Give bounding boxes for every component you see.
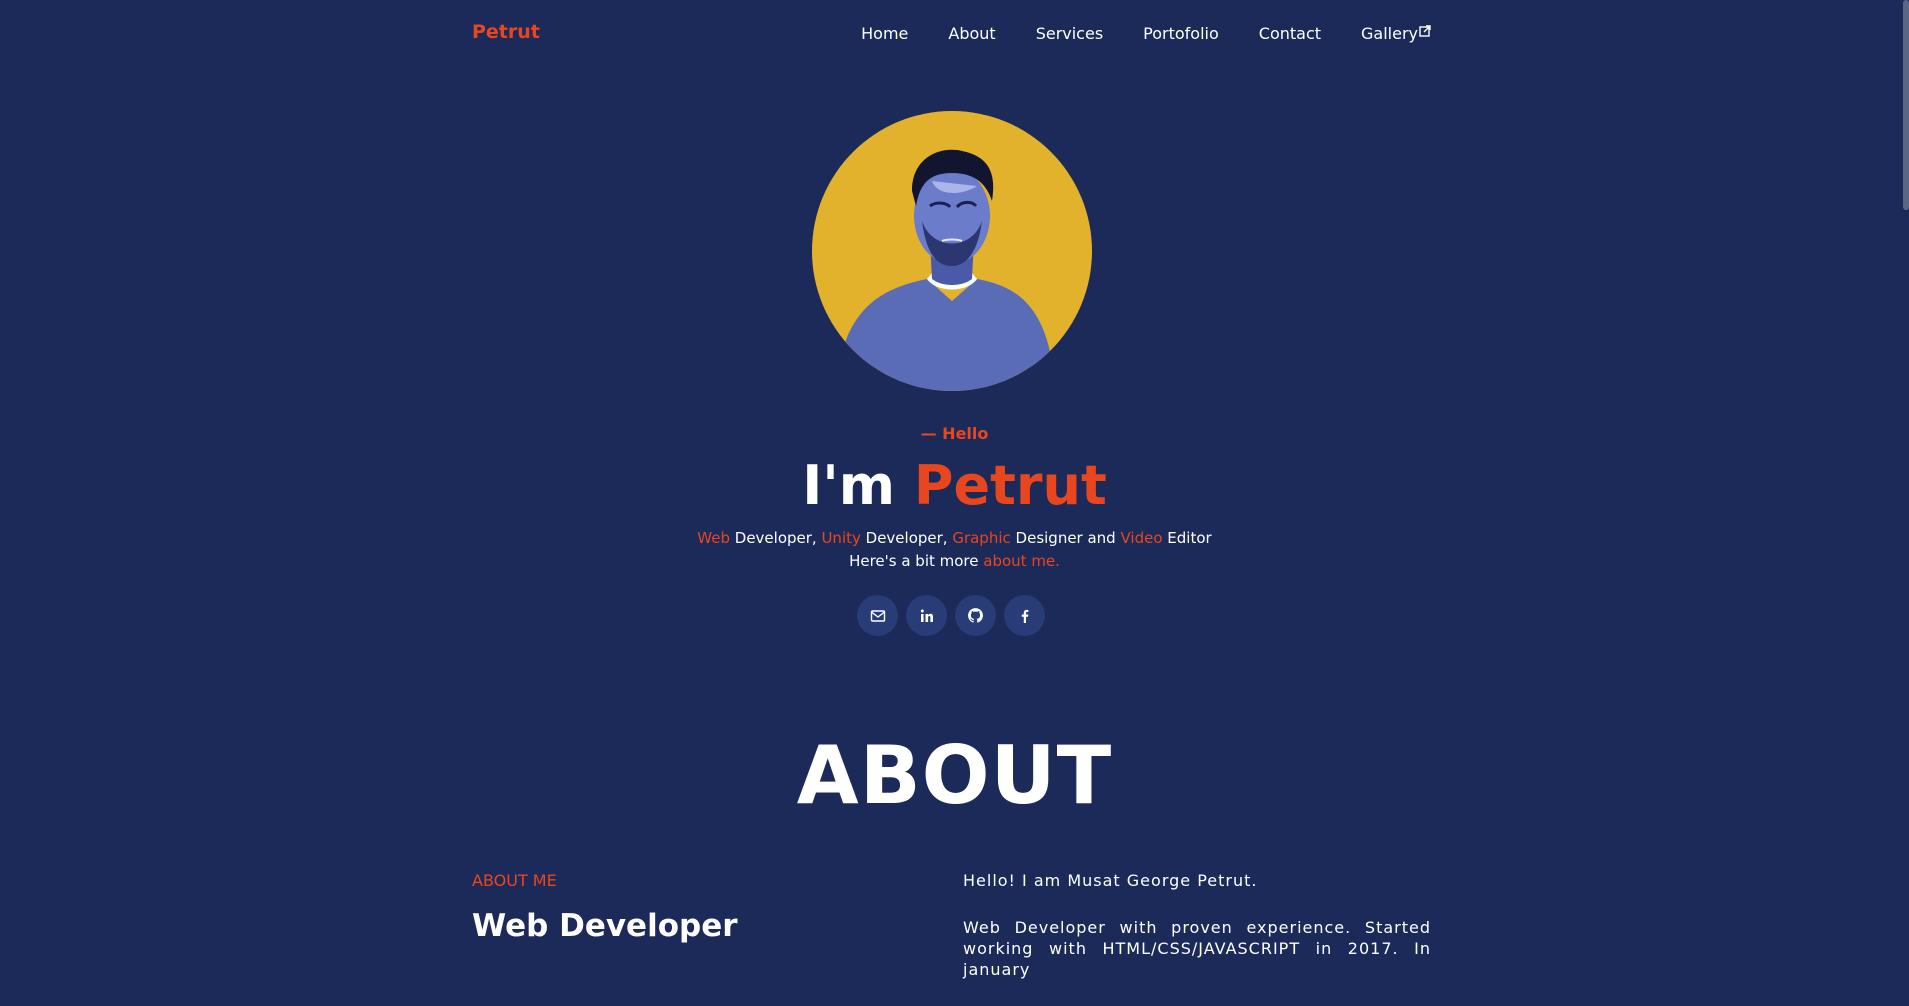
- mail-button[interactable]: [857, 595, 898, 636]
- about-section-heading: ABOUT: [796, 729, 1113, 822]
- role-text-1: Developer,: [730, 529, 822, 547]
- social-links: [857, 595, 1045, 636]
- nav-gallery-label: Gallery: [1361, 24, 1418, 43]
- about-paragraph-1: Hello! I am Musat George Petrut.: [963, 871, 1258, 890]
- nav-contact[interactable]: Contact: [1259, 24, 1321, 43]
- role-unity: Unity: [821, 529, 861, 547]
- nav-portofolio[interactable]: Portofolio: [1143, 24, 1219, 43]
- portrait-illustration: [840, 149, 1052, 391]
- hero-hello: — Hello: [920, 424, 989, 443]
- profile-avatar: [812, 111, 1092, 391]
- github-button[interactable]: [955, 595, 996, 636]
- role-text-3: Designer and: [1010, 529, 1121, 547]
- top-navbar: Petrut Home About Services Portofolio Co…: [472, 18, 1431, 48]
- hero-more: Here's a bit more about me.: [0, 551, 1909, 571]
- hero-title-prefix: I'm: [802, 454, 914, 517]
- linkedin-button[interactable]: [906, 595, 947, 636]
- role-video: Video: [1120, 529, 1163, 547]
- main-menu: Home About Services Portofolio Contact G…: [861, 24, 1431, 43]
- hero-title-name: Petrut: [913, 454, 1107, 517]
- nav-home[interactable]: Home: [861, 24, 908, 43]
- scrollbar-thumb[interactable]: [1903, 0, 1909, 210]
- mail-icon: [870, 609, 885, 622]
- about-me-label: ABOUT ME: [472, 871, 557, 890]
- page-scrollbar[interactable]: [1903, 0, 1909, 952]
- role-web: Web: [697, 529, 730, 547]
- more-text: Here's a bit more: [849, 552, 984, 570]
- github-icon: [968, 608, 983, 623]
- role-text-2: Developer,: [860, 529, 953, 547]
- about-me-link[interactable]: about me.: [983, 552, 1060, 570]
- nav-about[interactable]: About: [948, 24, 995, 43]
- linkedin-icon: [920, 609, 933, 622]
- about-description: Hello! I am Musat George Petrut. Web Dev…: [963, 870, 1431, 1006]
- facebook-icon: [1021, 609, 1028, 623]
- logo-link[interactable]: Petrut: [472, 21, 540, 43]
- external-link-icon: [1419, 25, 1431, 37]
- facebook-button[interactable]: [1004, 595, 1045, 636]
- role-text-4: Editor: [1162, 529, 1212, 547]
- role-graphic: Graphic: [952, 529, 1011, 547]
- hero-roles: Web Developer, Unity Developer, Graphic …: [0, 528, 1909, 548]
- nav-gallery[interactable]: Gallery: [1361, 24, 1431, 43]
- about-role-title: Web Developer: [472, 908, 738, 944]
- hero-title: I'm Petrut: [0, 452, 1909, 520]
- nav-services[interactable]: Services: [1036, 24, 1103, 43]
- about-paragraph-2: Web Developer with proven experience. St…: [963, 918, 1431, 979]
